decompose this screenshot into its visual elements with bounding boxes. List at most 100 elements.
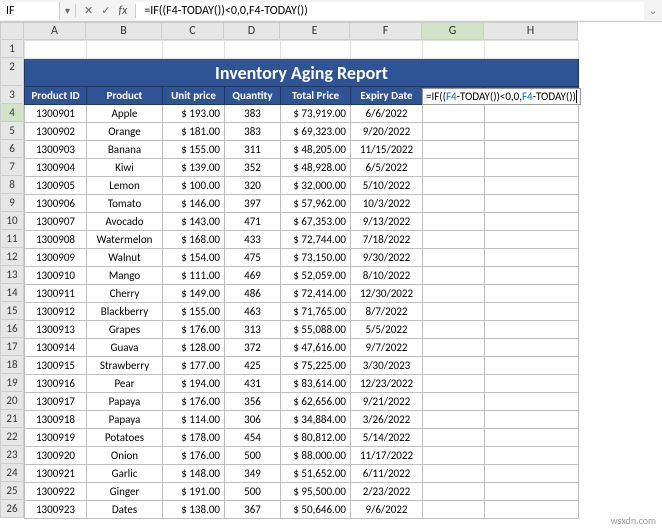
- column-header-c[interactable]: C: [162, 22, 224, 40]
- cell-expiry-date[interactable]: 9/20/2022: [351, 123, 423, 141]
- cell-edit-overlay[interactable]: =IF((F4-TODAY())<0,0,F4-TODAY()): [422, 88, 581, 105]
- row-header[interactable]: 7: [0, 158, 24, 176]
- select-all-corner[interactable]: [0, 22, 24, 40]
- cell-unit-price[interactable]: $ 146.00: [163, 195, 225, 213]
- row-header[interactable]: 10: [0, 212, 24, 230]
- cell-product[interactable]: Onion: [87, 447, 163, 465]
- cell-due-time[interactable]: [423, 159, 485, 177]
- cell-unit-price[interactable]: $ 181.00: [163, 123, 225, 141]
- cell-product[interactable]: Dates: [87, 501, 163, 519]
- cell-due-time[interactable]: [423, 285, 485, 303]
- cell-total-price[interactable]: $ 80,812.00: [281, 429, 351, 447]
- expand-formula-bar-icon[interactable]: ⌄: [644, 4, 662, 17]
- cell-expiry-date[interactable]: 5/14/2022: [351, 429, 423, 447]
- cell-expiry-date[interactable]: 11/17/2022: [351, 447, 423, 465]
- cell-total-price[interactable]: $ 47,616.00: [281, 339, 351, 357]
- cell[interactable]: [163, 41, 225, 59]
- cell-expiry-date[interactable]: 9/21/2022: [351, 393, 423, 411]
- column-header-h[interactable]: H: [484, 22, 578, 40]
- cell-quantity[interactable]: 383: [225, 105, 281, 123]
- cell-condition[interactable]: [485, 447, 579, 465]
- cell-product-id[interactable]: 1300904: [25, 159, 87, 177]
- cell-quantity[interactable]: 313: [225, 321, 281, 339]
- cell-unit-price[interactable]: $ 168.00: [163, 231, 225, 249]
- cell-quantity[interactable]: 372: [225, 339, 281, 357]
- cell-total-price[interactable]: $ 71,765.00: [281, 303, 351, 321]
- cell-quantity[interactable]: 397: [225, 195, 281, 213]
- cell-product[interactable]: Kiwi: [87, 159, 163, 177]
- cell-condition[interactable]: [485, 195, 579, 213]
- cell-due-time[interactable]: [423, 465, 485, 483]
- cell-quantity[interactable]: 463: [225, 303, 281, 321]
- cell-quantity[interactable]: 454: [225, 429, 281, 447]
- cell-due-time[interactable]: [423, 267, 485, 285]
- cell-due-time[interactable]: [423, 213, 485, 231]
- cell-quantity[interactable]: 352: [225, 159, 281, 177]
- cell-product[interactable]: Pear: [87, 375, 163, 393]
- cell-total-price[interactable]: $ 67,353.00: [281, 213, 351, 231]
- cell-product[interactable]: Papaya: [87, 393, 163, 411]
- cell[interactable]: [281, 41, 351, 59]
- column-header-e[interactable]: E: [280, 22, 350, 40]
- row-header[interactable]: 17: [0, 338, 24, 356]
- cell-total-price[interactable]: $ 62,656.00: [281, 393, 351, 411]
- cell-condition[interactable]: [485, 249, 579, 267]
- insert-function-icon[interactable]: fx: [116, 4, 129, 18]
- cell-quantity[interactable]: 425: [225, 357, 281, 375]
- cell-total-price[interactable]: $ 48,928.00: [281, 159, 351, 177]
- cell-due-time[interactable]: [423, 357, 485, 375]
- cell-product-id[interactable]: 1300912: [25, 303, 87, 321]
- header-b[interactable]: Product: [87, 87, 163, 105]
- column-header-d[interactable]: D: [224, 22, 280, 40]
- cell-total-price[interactable]: $ 72,744.00: [281, 231, 351, 249]
- cell-total-price[interactable]: $ 50,646.00: [281, 501, 351, 519]
- cell-product[interactable]: Lemon: [87, 177, 163, 195]
- cell-unit-price[interactable]: $ 114.00: [163, 411, 225, 429]
- cell-condition[interactable]: [485, 105, 579, 123]
- cell-expiry-date[interactable]: 6/5/2022: [351, 159, 423, 177]
- row-header[interactable]: 24: [0, 464, 24, 482]
- cell-condition[interactable]: [485, 141, 579, 159]
- cell-due-time[interactable]: [423, 177, 485, 195]
- cell-due-time[interactable]: [423, 375, 485, 393]
- cell-unit-price[interactable]: $ 100.00: [163, 177, 225, 195]
- cell-total-price[interactable]: $ 55,088.00: [281, 321, 351, 339]
- cell-total-price[interactable]: $ 72,414.00: [281, 285, 351, 303]
- cell-quantity[interactable]: 383: [225, 123, 281, 141]
- cell-product-id[interactable]: 1300916: [25, 375, 87, 393]
- cell-due-time[interactable]: [423, 339, 485, 357]
- cell-unit-price[interactable]: $ 143.00: [163, 213, 225, 231]
- cell-unit-price[interactable]: $ 191.00: [163, 483, 225, 501]
- header-a[interactable]: Product ID: [25, 87, 87, 105]
- cell-product-id[interactable]: 1300908: [25, 231, 87, 249]
- cell-condition[interactable]: [485, 501, 579, 519]
- cell[interactable]: [423, 41, 485, 59]
- cell-due-time[interactable]: [423, 105, 485, 123]
- cell-expiry-date[interactable]: 12/23/2022: [351, 375, 423, 393]
- cell-product[interactable]: Cherry: [87, 285, 163, 303]
- cell-due-time[interactable]: [423, 321, 485, 339]
- grid-body[interactable]: Inventory Aging ReportProduct IDProductU…: [24, 40, 579, 519]
- cell-condition[interactable]: [485, 393, 579, 411]
- cell-due-time[interactable]: [423, 429, 485, 447]
- header-e[interactable]: Total Price: [281, 87, 351, 105]
- cell-quantity[interactable]: 320: [225, 177, 281, 195]
- cell-product-id[interactable]: 1300906: [25, 195, 87, 213]
- cell-expiry-date[interactable]: 5/5/2022: [351, 321, 423, 339]
- column-header-b[interactable]: B: [86, 22, 162, 40]
- cancel-formula-icon[interactable]: ✕: [82, 4, 95, 17]
- cell-expiry-date[interactable]: 9/30/2022: [351, 249, 423, 267]
- cell-product[interactable]: Avocado: [87, 213, 163, 231]
- column-header-g[interactable]: G: [422, 22, 484, 40]
- cell[interactable]: [485, 41, 579, 59]
- row-header[interactable]: 22: [0, 428, 24, 446]
- cell-due-time[interactable]: [423, 447, 485, 465]
- cell-due-time[interactable]: [423, 303, 485, 321]
- cell-expiry-date[interactable]: 7/18/2022: [351, 231, 423, 249]
- cell-quantity[interactable]: 469: [225, 267, 281, 285]
- row-header[interactable]: 18: [0, 356, 24, 374]
- cell-quantity[interactable]: 475: [225, 249, 281, 267]
- cell[interactable]: [351, 41, 423, 59]
- cell-condition[interactable]: [485, 339, 579, 357]
- cell-total-price[interactable]: $ 57,962.00: [281, 195, 351, 213]
